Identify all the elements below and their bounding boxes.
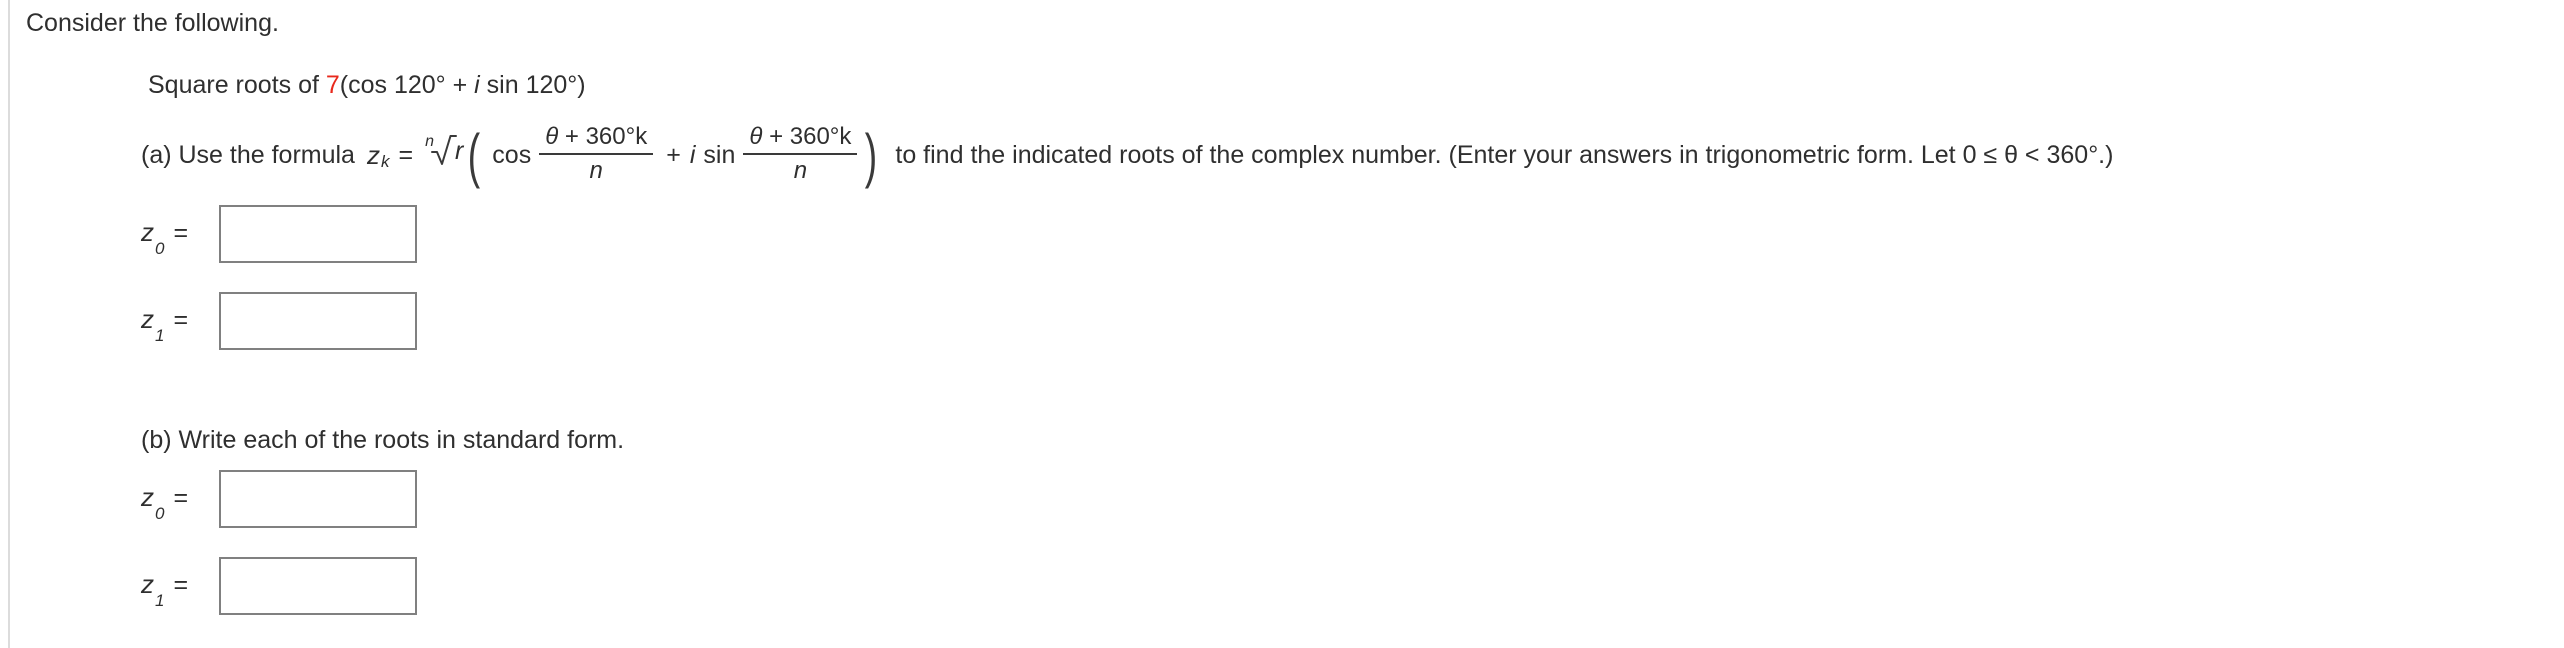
part-b-answer-label-z1: z1 = [141, 568, 219, 610]
formula-sin-label: sin [703, 141, 736, 169]
cos-fraction-numerator: θ + 360°k [539, 124, 653, 153]
part-b-instruction: (b) Write each of the roots in standard … [141, 425, 624, 455]
label-subscript-0: 0 [155, 238, 165, 258]
label-subscript-0: 0 [155, 503, 165, 523]
label-var-z: z [141, 568, 154, 599]
radical-index-n: n [425, 132, 434, 150]
left-margin-rule [8, 0, 10, 648]
part-b-answer-input-z0[interactable] [219, 470, 417, 528]
label-equals: = [173, 218, 189, 247]
formula-plus-sign: + [666, 141, 681, 169]
problem-lead: Square roots of [148, 71, 326, 99]
formula-variable-subscript-k: k [380, 152, 390, 171]
formula-cos-label: cos [492, 141, 532, 169]
label-var-z: z [141, 481, 154, 512]
nth-root-radical: n r [422, 133, 464, 176]
formula-variable-z: z [366, 140, 380, 170]
problem-expression-open: (cos 120° + [339, 71, 475, 99]
problem-statement: Square roots of 7(cos 120° + i sin 120°) [148, 69, 586, 101]
part-a-tail-text: to find the indicated roots of the compl… [895, 141, 2114, 169]
radical-sign-icon [430, 133, 457, 174]
formula-imaginary-unit: i [689, 141, 696, 169]
radicand-r: r [454, 136, 464, 165]
label-equals: = [173, 570, 189, 599]
part-a-lead-text: (a) Use the formula [141, 141, 355, 169]
root-formula: zk = n r ( cos θ + 360°k n + i sin θ + 3… [366, 122, 878, 189]
sin-fraction-numerator: θ + 360°k [743, 124, 857, 153]
formula-equals-sign: = [398, 141, 414, 169]
label-equals: = [173, 305, 189, 334]
part-a-answer-row-z1: z1 = [141, 292, 417, 350]
part-b-answer-label-z0: z0 = [141, 481, 219, 523]
part-b-answer-row-z1: z1 = [141, 557, 417, 615]
worksheet-page: Consider the following. Square roots of … [0, 0, 2564, 648]
consider-label: Consider the following. [26, 9, 279, 37]
label-subscript-1: 1 [155, 590, 165, 610]
cos-numerator-rest: + 360°k [558, 123, 648, 150]
sin-numerator-rest: + 360°k [762, 123, 852, 150]
part-a-answer-label-z0: z0 = [141, 216, 219, 258]
part-a-answer-label-z1: z1 = [141, 303, 219, 345]
sin-numerator-theta: θ [749, 123, 763, 150]
part-a-instruction: (a) Use the formula zk = n r ( cos θ + 3… [141, 122, 2114, 189]
cos-fraction-denominator: n [589, 157, 603, 184]
cos-argument-fraction: θ + 360°k n [539, 124, 654, 184]
part-a-answer-input-z1[interactable] [219, 292, 417, 350]
label-var-z: z [141, 303, 154, 334]
sin-fraction-denominator: n [793, 157, 808, 184]
label-var-z: z [141, 216, 154, 247]
problem-coefficient: 7 [325, 71, 340, 99]
part-a-answer-input-z0[interactable] [219, 205, 417, 263]
part-b-lead-text: (b) Write each of the roots in standard … [141, 426, 625, 454]
sin-argument-fraction: θ + 360°k n [743, 124, 858, 184]
label-equals: = [173, 483, 189, 512]
cos-numerator-theta: θ [545, 123, 559, 150]
part-b-answer-input-z1[interactable] [219, 557, 417, 615]
part-b-answer-row-z0: z0 = [141, 470, 417, 528]
label-subscript-1: 1 [155, 325, 165, 345]
part-a-answer-row-z0: z0 = [141, 205, 417, 263]
consider-the-following-text: Consider the following. [26, 7, 279, 39]
problem-expression-close: sin 120°) [479, 71, 586, 99]
